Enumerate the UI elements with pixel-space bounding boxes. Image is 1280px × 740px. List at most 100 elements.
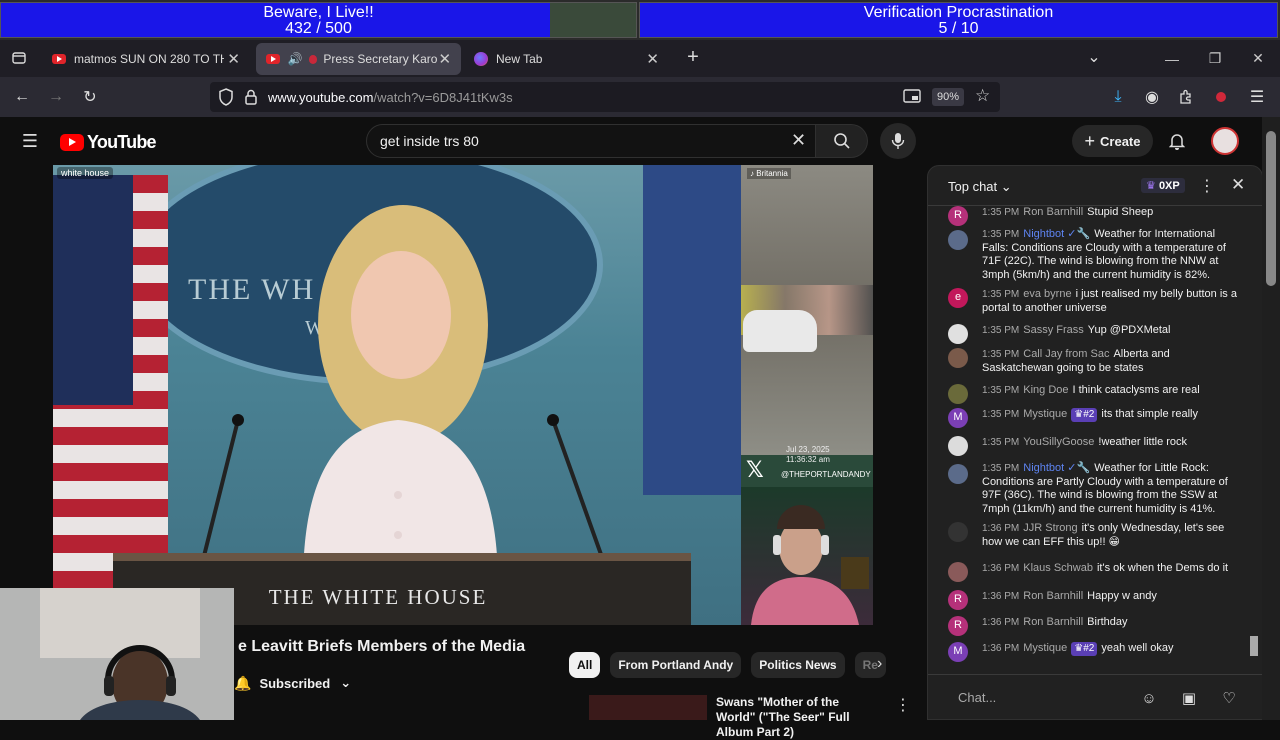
picture-in-picture-icon[interactable] <box>903 88 921 109</box>
clear-search-icon[interactable]: ✕ <box>791 130 806 151</box>
chat-author[interactable]: Klaus Schwab <box>1023 562 1093 574</box>
chat-message[interactable]: e 1:35 PM eva byrne i just realised my bell… <box>948 288 1238 315</box>
extensions-icon[interactable] <box>1173 85 1199 109</box>
scrollbar-thumb[interactable] <box>1266 131 1276 286</box>
chat-avatar[interactable] <box>948 384 968 404</box>
chat-message[interactable]: 1:35 PM King Doe I think cataclysms are re… <box>948 384 1238 404</box>
xp-badge[interactable]: ♛ 0XP <box>1141 178 1185 193</box>
subscribed-button[interactable]: 🔔 Subscribed ⌄ <box>234 671 351 695</box>
chip-politics-news[interactable]: Politics News <box>751 652 845 678</box>
chat-more-icon[interactable]: ⋮ <box>1199 176 1215 196</box>
lock-icon[interactable] <box>244 88 258 111</box>
url-bar[interactable]: www.youtube.com/watch?v=6D8J41tKw3s 90% … <box>210 82 1000 112</box>
menu-icon[interactable]: ☰ <box>1244 85 1270 109</box>
reload-icon[interactable]: ↻ <box>77 85 103 109</box>
chip-from-channel[interactable]: From Portland Andy <box>610 652 742 678</box>
tab-close-icon[interactable]: ✕ <box>438 50 451 68</box>
chat-author[interactable]: Mystique <box>1023 408 1067 420</box>
chat-message[interactable]: 1:35 PM Call Jay from Sac Alberta and Sask… <box>948 348 1238 375</box>
chat-message[interactable]: M 1:36 PM Mystique ♛#2 yeah well okay <box>948 642 1238 662</box>
recommended-video-title[interactable]: Swans "Mother of the World" ("The Seer" … <box>716 695 881 740</box>
hamburger-menu-icon[interactable]: ☰ <box>17 129 43 153</box>
chat-avatar[interactable]: R <box>948 206 968 226</box>
chat-avatar[interactable]: R <box>948 590 968 610</box>
account-icon[interactable]: ◉ <box>1139 85 1165 109</box>
chat-author[interactable]: eva byrne <box>1023 288 1071 300</box>
back-icon[interactable]: ← <box>9 85 35 109</box>
minimize-button[interactable]: — <box>1150 40 1194 77</box>
chat-author[interactable]: Nightbot ✓🔧 <box>1023 462 1090 474</box>
tab-close-icon[interactable]: ✕ <box>227 50 240 68</box>
chat-avatar[interactable] <box>948 348 968 368</box>
recording-extension-icon[interactable] <box>1208 85 1234 109</box>
super-chat-icon[interactable]: ▣ <box>1178 687 1200 709</box>
chat-mode-dropdown[interactable]: Top chat ⌄ <box>948 179 1012 195</box>
new-tab-button[interactable]: + <box>680 45 706 69</box>
chat-author[interactable]: Ron Barnhill <box>1023 590 1083 602</box>
chat-message[interactable]: 1:35 PM YouSillyGoose !weather little rock <box>948 436 1238 456</box>
microphone-stands <box>201 414 605 560</box>
recommended-video-thumbnail[interactable] <box>589 695 707 720</box>
chat-author[interactable]: Ron Barnhill <box>1023 616 1083 628</box>
chip-all[interactable]: All <box>569 652 601 678</box>
close-window-button[interactable]: ✕ <box>1236 40 1280 77</box>
chat-avatar[interactable]: e <box>948 288 968 308</box>
chat-author[interactable]: YouSillyGoose <box>1023 436 1094 448</box>
chat-avatar[interactable] <box>948 230 968 250</box>
chat-avatar[interactable]: M <box>948 642 968 662</box>
chat-message[interactable]: 1:36 PM JJR Strong it's only Wednesday, le… <box>948 522 1238 549</box>
tab-close-icon[interactable]: ✕ <box>646 50 659 68</box>
youtube-logo[interactable]: YouTube <box>60 132 157 153</box>
emoji-icon[interactable]: ☺ <box>1138 687 1160 709</box>
chat-message[interactable]: M 1:35 PM Mystique ♛#2 its that simple reall… <box>948 408 1238 428</box>
page-scrollbar[interactable] <box>1262 117 1280 720</box>
chat-author[interactable]: King Doe <box>1023 384 1068 396</box>
browser-tab[interactable]: New Tab ✕ <box>464 43 669 75</box>
chat-message[interactable]: R 1:36 PM Ron Barnhill Birthday <box>948 616 1238 636</box>
restore-button[interactable]: ❐ <box>1193 40 1237 77</box>
chat-message[interactable]: 1:36 PM Klaus Schwab it's ok when the Dems… <box>948 562 1238 582</box>
chat-author[interactable]: JJR Strong <box>1023 522 1077 534</box>
chat-author[interactable]: Sassy Frass <box>1023 324 1084 336</box>
zoom-level[interactable]: 90% <box>932 88 965 106</box>
chat-avatar[interactable] <box>948 436 968 456</box>
chat-message[interactable]: R 1:36 PM Ron Barnhill Happy w andy <box>948 590 1238 610</box>
chat-avatar[interactable]: M <box>948 408 968 428</box>
chat-avatar[interactable]: R <box>948 616 968 636</box>
heart-icon[interactable]: ♡ <box>1218 687 1240 709</box>
chat-author[interactable]: Ron Barnhill <box>1023 206 1083 218</box>
chat-message[interactable]: 1:35 PM Nightbot ✓🔧 Weather for Internatio… <box>948 228 1238 282</box>
user-avatar[interactable] <box>1211 127 1239 155</box>
create-button[interactable]: + Create <box>1072 125 1153 157</box>
chat-author[interactable]: Nightbot ✓🔧 <box>1023 228 1090 240</box>
browser-tab-active[interactable]: 🔊 Press Secretary Karoline ✕ <box>256 43 461 75</box>
browser-tab[interactable]: matmos SUN ON 280 TO THE 1 ✕ <box>42 43 250 75</box>
chat-message[interactable]: 1:35 PM Nightbot ✓🔧 Weather for Little Roc… <box>948 462 1238 516</box>
video-player[interactable]: THE WH USE WASH THE WHITE HOUSE white ho… <box>53 165 873 625</box>
tab-overview-icon[interactable] <box>6 46 32 70</box>
notifications-bell-icon[interactable] <box>1164 129 1190 153</box>
recommended-more-icon[interactable]: ⋮ <box>895 695 911 715</box>
chat-avatar[interactable] <box>948 562 968 582</box>
chat-message[interactable]: 1:35 PM Sassy Frass Yup @PDXMetal <box>948 324 1238 344</box>
search-button[interactable] <box>816 124 868 158</box>
chat-avatar[interactable] <box>948 464 968 484</box>
download-icon[interactable]: ⤓ <box>1105 85 1131 109</box>
chat-author[interactable]: Call Jay from Sac <box>1023 348 1109 360</box>
voice-search-button[interactable] <box>880 123 916 159</box>
chat-avatar[interactable] <box>948 324 968 344</box>
forward-icon[interactable]: → <box>43 85 69 109</box>
chat-scrollbar[interactable] <box>1250 636 1258 656</box>
audio-playing-icon[interactable]: 🔊 <box>288 52 303 66</box>
search-input[interactable]: get inside trs 80 ✕ <box>366 124 816 158</box>
chat-input[interactable]: Chat... <box>940 685 1130 709</box>
chat-author[interactable]: Mystique <box>1023 642 1067 654</box>
chips-next-chevron-icon[interactable]: › <box>877 655 882 673</box>
url-text[interactable]: www.youtube.com/watch?v=6D8J41tKw3s <box>268 90 513 105</box>
chat-avatar[interactable] <box>948 522 968 542</box>
shield-icon[interactable] <box>218 88 234 111</box>
chat-close-icon[interactable]: ✕ <box>1231 175 1245 195</box>
bookmark-star-icon[interactable]: ☆ <box>975 86 990 106</box>
tab-list-chevron-icon[interactable]: ⌄ <box>1081 45 1107 69</box>
chat-message[interactable]: R 1:35 PM Ron Barnhill Stupid Sheep <box>948 206 1238 226</box>
